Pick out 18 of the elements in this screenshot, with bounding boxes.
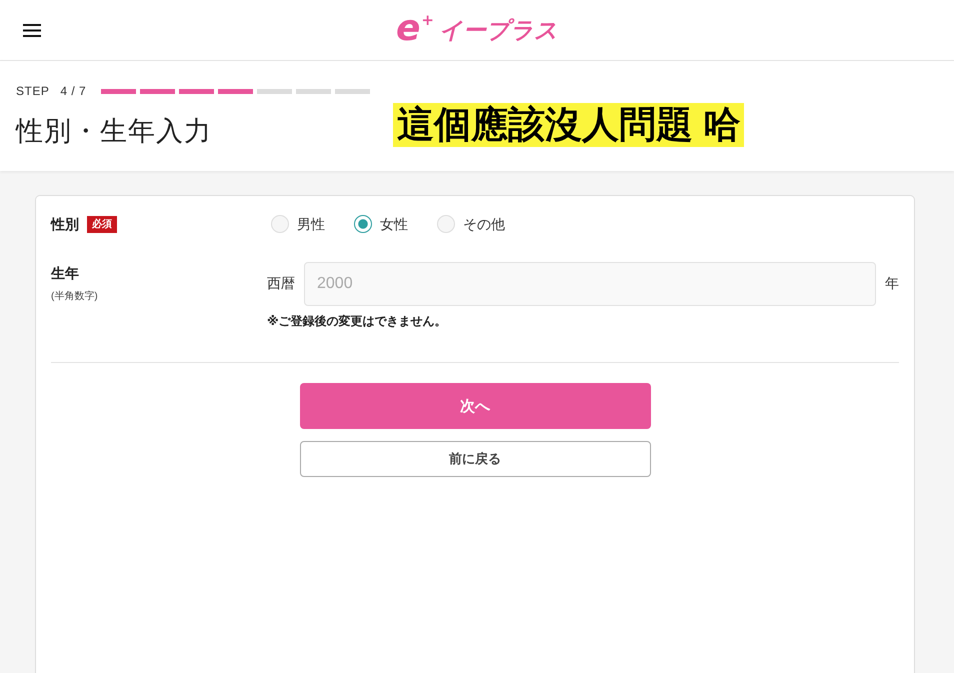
field-hint: (半角数字) [51, 290, 98, 304]
radio-option[interactable]: 男性 [271, 215, 325, 233]
field-label: 生年 [51, 264, 79, 282]
back-button[interactable]: 前に戻る [300, 441, 650, 477]
prefix-label: 西暦 [267, 275, 295, 293]
radio-circle[interactable] [354, 215, 372, 233]
required-tag: 必須 [87, 216, 117, 232]
page-title: 性別・生年入力 [16, 115, 212, 148]
suffix-label: 年 [885, 275, 899, 293]
menu-icon[interactable] [23, 24, 41, 36]
birth-year-field[interactable]: 2000 [304, 262, 876, 306]
radio-option[interactable]: その他 [437, 215, 505, 233]
step-label: STEP [16, 84, 50, 98]
field-label: 性別 [51, 215, 79, 233]
step-count: 4 / 7 [60, 84, 86, 98]
highlighted-annotation: 這個應該沒人問題 哈 [393, 103, 744, 147]
field-note: ※ご登録後の変更はできません。 [267, 314, 447, 328]
radio-option[interactable]: 女性 [354, 215, 408, 233]
